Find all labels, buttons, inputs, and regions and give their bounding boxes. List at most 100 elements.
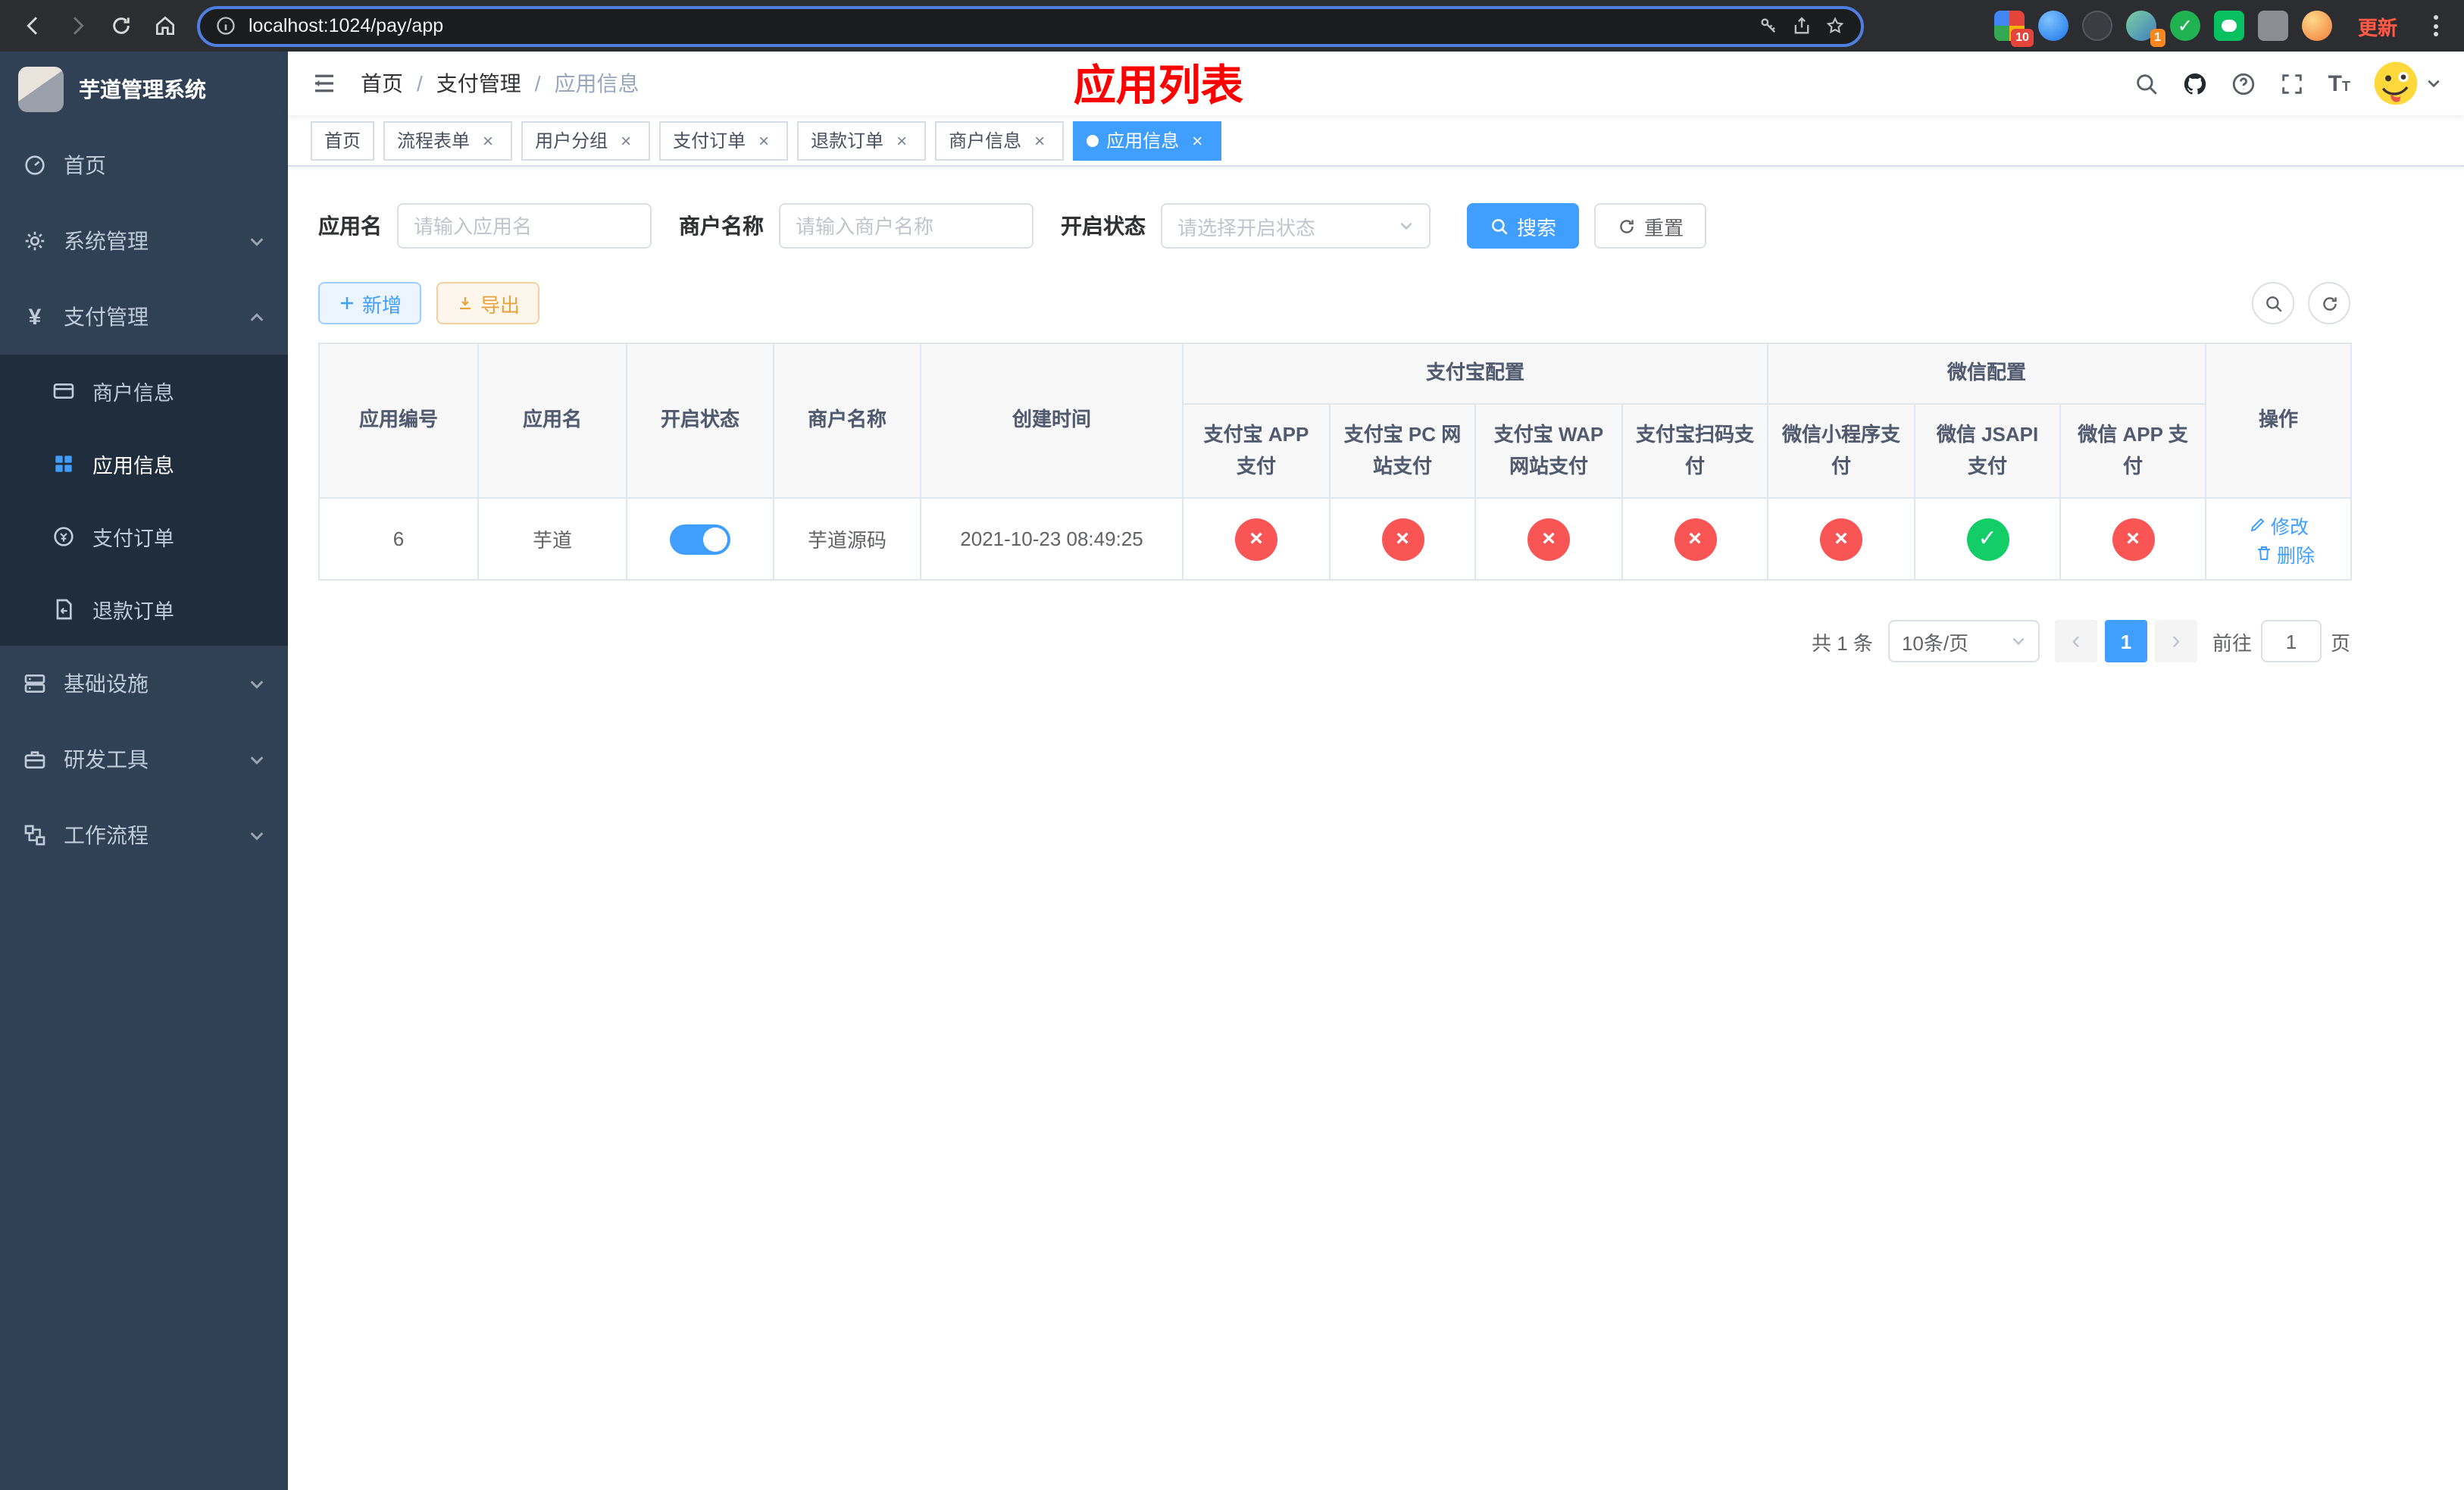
delete-link[interactable]: 删除 — [2254, 539, 2315, 568]
refresh-icon[interactable] — [100, 5, 141, 46]
cell-wechat-mini: × — [1767, 497, 1916, 581]
collapse-menu-icon[interactable] — [311, 70, 338, 97]
font-size-icon[interactable]: TT — [2328, 72, 2350, 95]
workflow-icon — [24, 825, 45, 846]
sidebar-item-home[interactable]: 首页 — [0, 127, 288, 203]
page-size-value: 10条/页 — [1901, 631, 1969, 654]
page-title: 应用列表 — [1073, 62, 1243, 109]
password-key-icon[interactable] — [1758, 15, 1779, 36]
address-bar[interactable]: localhost:1024/pay/app — [197, 5, 1864, 46]
extension-drop-icon[interactable] — [2037, 11, 2068, 41]
sidebar-item-pay-orders[interactable]: 支付订单 — [0, 500, 288, 573]
tab-pay-orders[interactable]: 支付订单 × — [659, 121, 789, 160]
tab-close-icon[interactable]: × — [1029, 130, 1050, 151]
pay-order-icon — [54, 527, 73, 546]
cell-wechat-app: × — [2059, 497, 2207, 581]
sidebar-item-label: 支付管理 — [64, 305, 149, 329]
cell-alipay-wap: × — [1474, 497, 1623, 581]
github-icon[interactable] — [2183, 70, 2209, 96]
tab-process-form[interactable]: 流程表单 × — [383, 121, 513, 160]
sidebar-item-refund-orders[interactable]: 退款订单 — [0, 573, 288, 646]
toggle-search-button[interactable] — [2252, 282, 2294, 324]
tab-close-icon[interactable]: × — [1187, 130, 1208, 151]
browser-menu-icon[interactable] — [2423, 9, 2449, 42]
refresh-table-button[interactable] — [2308, 282, 2350, 324]
fullscreen-icon[interactable] — [2280, 70, 2306, 96]
extension-dark-icon[interactable] — [2081, 11, 2112, 41]
extension-grid-icon[interactable]: 10 — [1993, 11, 2034, 47]
goto-suffix: 页 — [2330, 631, 2350, 654]
tab-close-icon[interactable]: × — [615, 130, 636, 151]
chrome-update-button[interactable]: 更新 — [2346, 7, 2409, 45]
status-select[interactable]: 请选择开启状态 — [1161, 203, 1431, 249]
sidebar-item-workflow[interactable]: 工作流程 — [0, 797, 288, 873]
tab-refund-orders[interactable]: 退款订单 × — [797, 121, 927, 160]
sidebar-item-infrastructure[interactable]: 基础设施 — [0, 646, 288, 722]
tab-user-group[interactable]: 用户分组 × — [521, 121, 651, 160]
credit-card-icon — [53, 383, 74, 399]
goto-page-input[interactable] — [2260, 620, 2322, 662]
user-menu[interactable] — [2373, 61, 2441, 106]
toolbar-right — [2252, 282, 2350, 324]
back-icon[interactable] — [12, 5, 53, 46]
search-form: 应用名 商户名称 开启状态 请选择开启状态 搜索 重置 — [318, 203, 2350, 249]
export-button[interactable]: 导出 — [436, 282, 540, 324]
sidebar-item-dev-tools[interactable]: 研发工具 — [0, 722, 288, 797]
home-icon[interactable] — [144, 5, 185, 46]
forward-icon[interactable] — [56, 5, 97, 46]
extensions-puzzle-icon[interactable] — [2257, 11, 2288, 41]
status-toggle[interactable] — [670, 524, 730, 554]
reset-button[interactable]: 重置 — [1594, 203, 1707, 249]
sidebar-item-label: 商户信息 — [92, 382, 174, 405]
app-name-input[interactable] — [397, 203, 652, 249]
cell-actions: 修改 删除 — [2205, 497, 2353, 581]
tab-close-icon[interactable]: × — [891, 130, 912, 151]
navbar-actions: TT — [2134, 61, 2441, 106]
extension-avatar-icon[interactable]: 1 — [2125, 11, 2165, 47]
tab-merchant-info[interactable]: 商户信息 × — [935, 121, 1065, 160]
profile-avatar-icon[interactable] — [2301, 11, 2332, 41]
breadcrumb-payment[interactable]: 支付管理 — [436, 68, 521, 99]
status-cross-icon: × — [1235, 518, 1277, 560]
search-button[interactable]: 搜索 — [1467, 203, 1580, 249]
sidebar-item-label: 退款订单 — [92, 600, 174, 623]
share-icon[interactable] — [1791, 15, 1812, 36]
extension-check-icon[interactable]: ✓ — [2169, 11, 2200, 41]
app-title: 芋道管理系统 — [79, 77, 206, 102]
add-button[interactable]: 新增 — [318, 282, 422, 324]
app-table: 应用编号 应用名 开启状态 商户名称 创建时间 支付宝配置 微信配置 操作 支付… — [318, 343, 2353, 581]
tab-app-info[interactable]: 应用信息 × — [1073, 121, 1222, 160]
sidebar-item-payment[interactable]: ¥ 支付管理 — [0, 279, 288, 355]
breadcrumb-separator: / — [534, 71, 541, 95]
page-size-select[interactable]: 10条/页 — [1887, 620, 2040, 662]
search-icon — [1492, 218, 1508, 234]
tags-view: 首页 流程表单 × 用户分组 × 支付订单 × 退款订单 × 商户信息 × 应用… — [288, 115, 2464, 167]
tab-close-icon[interactable]: × — [753, 130, 774, 151]
add-button-label: 新增 — [362, 293, 402, 316]
tab-home[interactable]: 首页 — [311, 121, 375, 160]
sidebar-item-system[interactable]: 系统管理 — [0, 203, 288, 279]
help-icon[interactable] — [2231, 70, 2257, 96]
sidebar-item-label: 研发工具 — [64, 747, 149, 772]
bookmark-star-icon[interactable] — [1825, 15, 1846, 36]
next-page-button[interactable]: › — [2154, 620, 2197, 662]
edit-icon — [2250, 518, 2264, 532]
site-info-icon[interactable] — [215, 15, 236, 36]
url-text[interactable]: localhost:1024/pay/app — [249, 15, 1746, 36]
extensions-area: 10 1 ✓ 更新 — [1993, 7, 2452, 47]
search-icon[interactable] — [2134, 70, 2160, 96]
app-logo[interactable]: 芋道管理系统 — [0, 52, 288, 127]
page-number-button[interactable]: 1 — [2104, 620, 2147, 662]
cell-app-name: 芋道 — [477, 497, 627, 581]
tab-close-icon[interactable]: × — [477, 130, 499, 151]
chevron-down-icon — [2428, 80, 2440, 88]
sidebar-item-merchant-info[interactable]: 商户信息 — [0, 355, 288, 427]
status-cross-icon: × — [1381, 518, 1424, 560]
table-toolbar: 新增 导出 — [318, 282, 2350, 324]
wechat-devtools-icon[interactable] — [2213, 11, 2244, 41]
merchant-name-input[interactable] — [779, 203, 1033, 249]
edit-link[interactable]: 修改 — [2248, 510, 2309, 539]
breadcrumb-home[interactable]: 首页 — [361, 68, 403, 99]
prev-page-button[interactable]: ‹ — [2054, 620, 2097, 662]
sidebar-item-app-info[interactable]: 应用信息 — [0, 427, 288, 500]
